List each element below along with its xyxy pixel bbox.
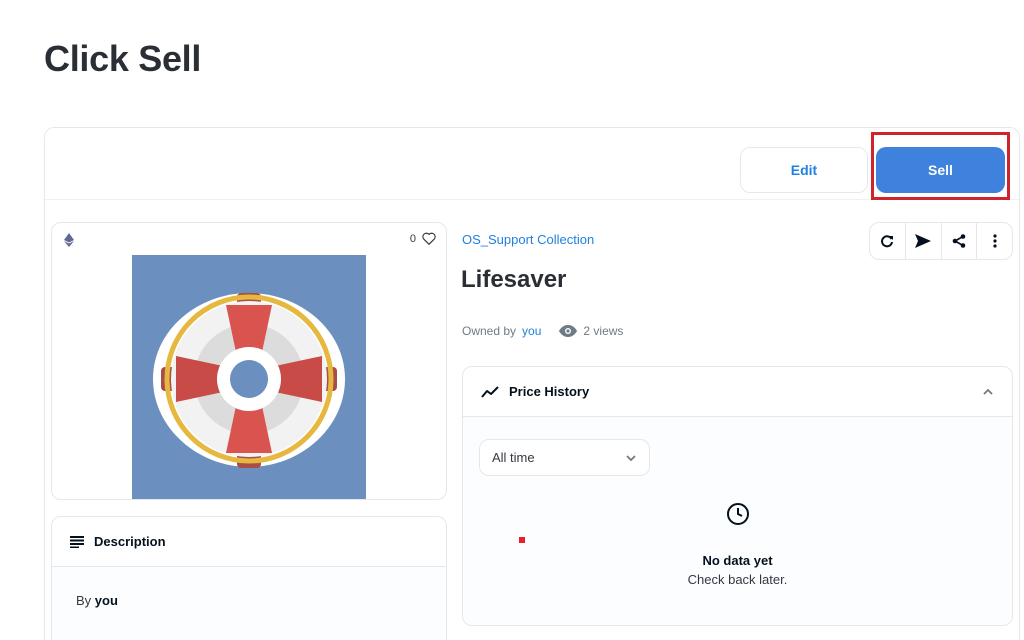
trend-line-icon [481,385,499,398]
page-title: Click Sell [44,38,202,79]
description-by-prefix: By [76,593,92,608]
share-icon [952,234,966,248]
owned-by-prefix: Owned by [462,324,517,338]
description-creator[interactable]: you [95,593,118,608]
price-history-header[interactable]: Price History [463,367,1012,417]
chevron-down-icon [626,454,636,461]
item-artwork[interactable] [132,255,366,499]
more-options-button[interactable] [977,223,1012,259]
click-indicator-marker [519,537,525,543]
ethereum-icon [64,233,74,247]
description-header[interactable]: Description [52,517,446,567]
price-history-body: All time No data yet Check back later. [463,417,1012,625]
item-action-group [869,222,1013,260]
price-history-panel: Price History All time No data yet Check… [462,366,1013,626]
refresh-button[interactable] [870,223,906,259]
favorites-count: 0 [409,232,416,245]
collection-link[interactable]: OS_Support Collection [462,232,594,247]
views-count: 2 views [583,324,624,338]
owner-link[interactable]: you [522,324,541,338]
description-panel: Description By you [51,516,447,640]
description-heading: Description [94,534,166,549]
send-icon [915,234,932,248]
chevron-up-icon[interactable] [982,388,994,396]
item-name: Lifesaver [461,266,567,293]
refresh-icon [881,235,894,248]
empty-state-title: No data yet [702,553,773,568]
more-vertical-icon [993,234,997,248]
description-body: By you [52,567,446,640]
clock-icon [727,503,749,525]
time-range-value: All time [492,450,535,465]
transfer-button[interactable] [906,223,942,259]
item-toolbar: Edit Sell [45,128,1019,200]
price-history-heading: Price History [509,384,590,399]
lifebuoy-illustration [153,293,345,468]
edit-button[interactable]: Edit [740,147,868,193]
eye-icon [559,325,578,337]
favorite-counter[interactable]: 0 [410,232,436,245]
share-button[interactable] [942,223,978,259]
heart-icon [422,232,436,245]
text-lines-icon [70,535,84,548]
time-range-select[interactable]: All time [479,439,650,476]
sell-button[interactable]: Sell [876,147,1005,193]
view-counter: 2 views [559,324,623,338]
ownership-info: Owned by you 2 views [462,324,623,338]
empty-state-subtitle: Check back later. [687,572,788,587]
item-page: Edit Sell 0 Description By you OS_Suppor… [44,127,1020,640]
item-image-card: 0 [51,222,447,500]
